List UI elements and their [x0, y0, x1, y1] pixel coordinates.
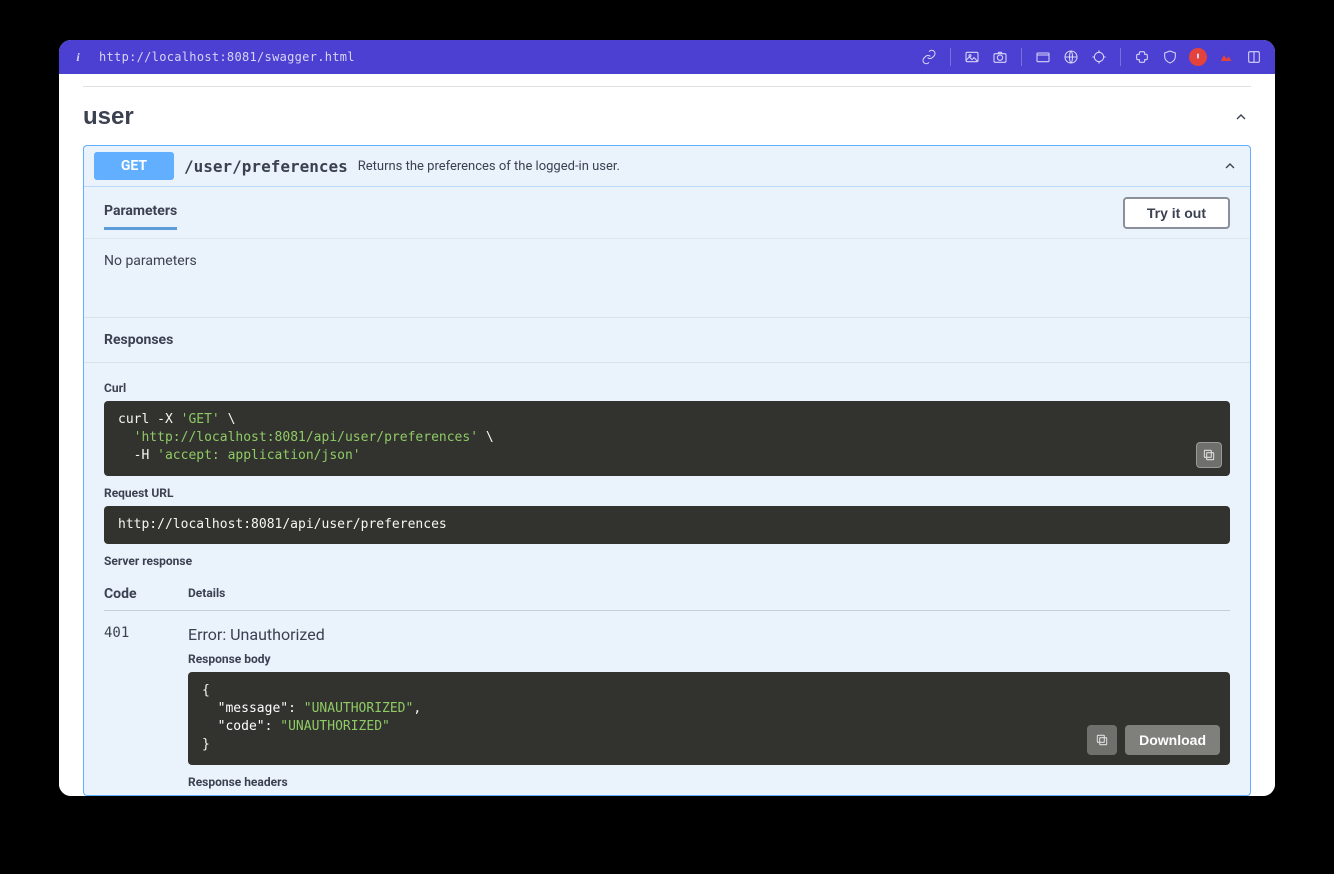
code-column-header: Code: [104, 586, 188, 602]
block-icon[interactable]: [1189, 48, 1207, 66]
address-url[interactable]: http://localhost:8081/swagger.html: [99, 50, 920, 64]
request-url-box: http://localhost:8081/api/user/preferenc…: [104, 506, 1230, 544]
response-table-header: Code Details: [104, 576, 1230, 611]
parameters-tab[interactable]: Parameters: [104, 195, 177, 230]
server-response-label: Server response: [104, 554, 1230, 568]
browser-window: i http://localhost:8081/swagger.html use…: [59, 40, 1275, 796]
section-title: user: [83, 103, 134, 131]
response-area: Curl curl -X 'GET' \ 'http://localhost:8…: [84, 363, 1250, 795]
target-icon[interactable]: [1090, 48, 1108, 66]
no-parameters-text: No parameters: [104, 253, 197, 269]
page-content: user GET /user/preferences Returns the p…: [59, 74, 1275, 796]
response-row: 401 Error: Unauthorized Response body { …: [104, 611, 1230, 795]
response-body-label: Response body: [188, 652, 1230, 666]
chevron-up-icon[interactable]: [1231, 107, 1251, 127]
copy-icon[interactable]: [1087, 725, 1117, 755]
response-body-code: { "message": "UNAUTHORIZED", "code": "UN…: [188, 672, 1230, 765]
section-header[interactable]: user: [83, 97, 1251, 145]
copy-icon[interactable]: [1196, 442, 1222, 468]
error-text: Error: Unauthorized: [188, 625, 1230, 644]
status-code: 401: [104, 625, 188, 795]
responses-header: Responses: [84, 317, 1250, 363]
details-column-header: Details: [188, 586, 225, 602]
toolbar-icons: [920, 48, 1263, 66]
try-it-out-button[interactable]: Try it out: [1123, 197, 1230, 229]
operation-description: Returns the preferences of the logged-in…: [358, 159, 1210, 174]
info-icon: i: [71, 50, 85, 65]
seo-icon[interactable]: [1217, 48, 1235, 66]
download-button[interactable]: Download: [1125, 725, 1220, 755]
puzzle-icon[interactable]: [1133, 48, 1151, 66]
titlebar: i http://localhost:8081/swagger.html: [59, 40, 1275, 74]
parameters-header: Parameters Try it out: [84, 187, 1250, 239]
globe-icon[interactable]: [1062, 48, 1080, 66]
link-icon[interactable]: [920, 48, 938, 66]
folder-icon[interactable]: [1034, 48, 1052, 66]
camera-icon[interactable]: [991, 48, 1009, 66]
chevron-up-icon[interactable]: [1220, 156, 1240, 176]
curl-code: curl -X 'GET' \ 'http://localhost:8081/a…: [104, 401, 1230, 476]
parameters-body: No parameters: [84, 239, 1250, 317]
operation-body: Parameters Try it out No parameters Resp…: [84, 186, 1250, 795]
curl-label: Curl: [104, 381, 1230, 395]
operation-path: /user/preferences: [184, 157, 348, 176]
response-details: Error: Unauthorized Response body { "mes…: [188, 625, 1230, 795]
picture-icon[interactable]: [963, 48, 981, 66]
operation-summary[interactable]: GET /user/preferences Returns the prefer…: [84, 146, 1250, 186]
response-headers-label: Response headers: [188, 775, 1230, 789]
operation-block: GET /user/preferences Returns the prefer…: [83, 145, 1251, 796]
panel-icon[interactable]: [1245, 48, 1263, 66]
request-url-label: Request URL: [104, 486, 1230, 500]
shield-icon[interactable]: [1161, 48, 1179, 66]
method-badge: GET: [94, 152, 174, 180]
